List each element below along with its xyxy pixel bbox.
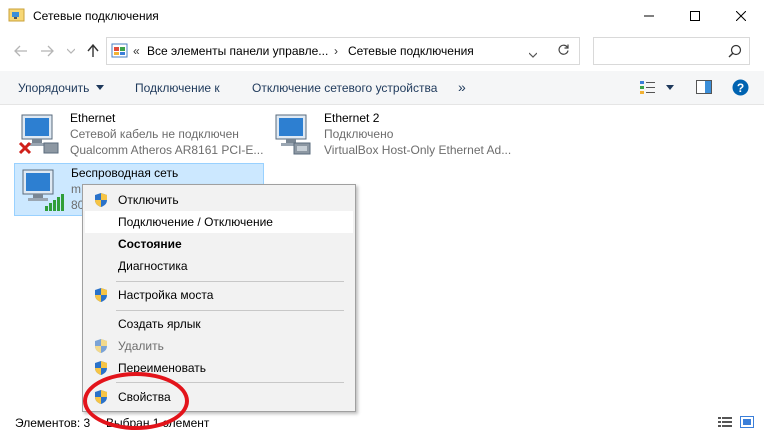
menu-label: Настройка моста (118, 288, 214, 302)
menu-item-connect-disconnect[interactable]: Подключение / Отключение (85, 211, 353, 233)
forward-arrow-icon[interactable] (38, 42, 56, 60)
selected-count: Выбран 1 элемент (106, 416, 210, 430)
refresh-icon (557, 43, 570, 59)
organize-dropdown-icon[interactable] (96, 85, 104, 90)
command-toolbar: Упорядочить Подключение к Отключение сет… (0, 71, 764, 105)
maximize-button[interactable] (672, 0, 718, 31)
more-commands-button[interactable]: » (458, 79, 466, 95)
adapter-device: Qualcomm Atheros AR8161 PCI-E... (70, 143, 264, 157)
refresh-button[interactable] (548, 37, 580, 65)
change-view-icon[interactable] (640, 80, 656, 97)
ethernet-adapter-icon (272, 113, 318, 157)
adapter-ethernet[interactable]: Ethernet Сетевой кабель не подключен Qua… (14, 109, 264, 159)
menu-item-status[interactable]: Состояние (85, 233, 353, 255)
search-input[interactable] (593, 37, 750, 65)
context-menu: Отключить Подключение / Отключение Состо… (82, 184, 356, 412)
adapter-status: m (71, 182, 81, 196)
menu-item-disable[interactable]: Отключить (85, 189, 353, 211)
menu-item-bridge[interactable]: Настройка моста (85, 284, 353, 306)
large-icons-view-icon[interactable] (740, 416, 754, 428)
uac-shield-icon (94, 287, 108, 303)
navigation-bar: « Все элементы панели управле... › Сетев… (0, 31, 764, 71)
adapter-device: VirtualBox Host-Only Ethernet Ad... (324, 143, 512, 157)
menu-label: Переименовать (118, 361, 206, 375)
menu-item-rename[interactable]: Переименовать (85, 357, 353, 379)
title-bar: Сетевые подключения (0, 0, 764, 31)
status-bar: Элементов: 3 Выбран 1 элемент (0, 408, 764, 435)
menu-item-diagnostics[interactable]: Диагностика (85, 255, 353, 277)
menu-label: Свойства (118, 390, 171, 404)
menu-separator (116, 310, 344, 311)
svg-text:?: ? (737, 81, 744, 95)
item-count: Элементов: 3 (15, 416, 91, 430)
back-arrow-icon[interactable] (12, 42, 30, 60)
close-button[interactable] (718, 0, 764, 31)
address-bar[interactable]: « Все элементы панели управле... › Сетев… (106, 37, 580, 65)
view-options-dropdown-icon[interactable] (666, 85, 674, 90)
menu-item-create-shortcut[interactable]: Создать ярлык (85, 313, 353, 335)
adapter-name: Беспроводная сеть (71, 166, 179, 180)
menu-item-properties[interactable]: Свойства (85, 386, 353, 408)
uac-shield-icon (94, 360, 108, 376)
search-icon (728, 44, 742, 61)
uac-shield-icon (94, 338, 108, 354)
uac-shield-icon (94, 192, 108, 208)
address-dropdown-icon[interactable] (528, 47, 538, 61)
adapter-status: Сетевой кабель не подключен (70, 127, 239, 141)
menu-separator (116, 281, 344, 282)
network-connections-icon (8, 7, 26, 23)
disable-device-button[interactable]: Отключение сетевого устройства (252, 81, 437, 95)
menu-item-delete[interactable]: Удалить (85, 335, 353, 357)
details-view-icon[interactable] (718, 416, 732, 428)
breadcrumb-separator[interactable]: › (334, 44, 338, 58)
control-panel-icon (111, 43, 129, 59)
minimize-button[interactable] (626, 0, 672, 31)
recent-locations-chevron-icon[interactable] (62, 42, 80, 60)
adapter-name: Ethernet (70, 111, 116, 125)
menu-label: Состояние (118, 237, 182, 251)
menu-label: Отключить (118, 193, 179, 207)
organize-menu[interactable]: Упорядочить (18, 81, 89, 95)
menu-label: Создать ярлык (118, 317, 201, 331)
wireless-adapter-icon (19, 168, 65, 212)
connect-to-button[interactable]: Подключение к (135, 81, 220, 95)
adapter-name: Ethernet 2 (324, 111, 380, 125)
breadcrumb-control-panel[interactable]: Все элементы панели управле... (147, 44, 328, 58)
menu-separator (116, 382, 344, 383)
adapter-status: Подключено (324, 127, 394, 141)
ethernet-disconnected-icon (18, 113, 64, 157)
menu-label: Подключение / Отключение (118, 215, 273, 229)
address-overflow[interactable]: « (133, 44, 140, 58)
help-icon[interactable]: ? (732, 79, 749, 99)
window-title: Сетевые подключения (33, 9, 159, 23)
up-arrow-icon[interactable] (84, 42, 102, 60)
uac-shield-icon (94, 389, 108, 405)
menu-label: Удалить (118, 339, 164, 353)
breadcrumb-network-connections[interactable]: Сетевые подключения (348, 44, 474, 58)
adapter-ethernet-2[interactable]: Ethernet 2 Подключено VirtualBox Host-On… (268, 109, 518, 159)
menu-label: Диагностика (118, 259, 188, 273)
preview-pane-icon[interactable] (696, 80, 712, 97)
